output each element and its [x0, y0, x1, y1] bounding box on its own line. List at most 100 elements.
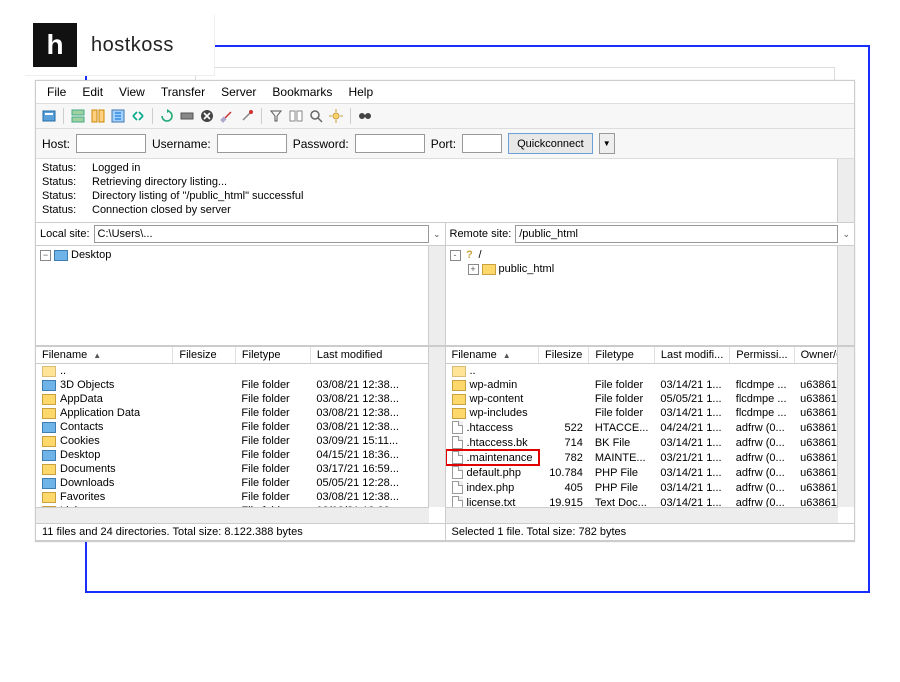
chevron-down-icon[interactable]: ⌄: [842, 229, 850, 240]
brand-block: h hostkoss: [25, 15, 215, 76]
table-row[interactable]: .maintenance782MAINTE...03/21/21 1...adf…: [446, 450, 855, 465]
quickconnect-bar: Host: Username: Password: Port: Quickcon…: [36, 129, 854, 159]
brand-name: hostkoss: [91, 34, 174, 57]
remote-list-pane: Filename▲FilesizeFiletypeLast modifi...P…: [446, 347, 855, 540]
folder-icon: [42, 408, 56, 419]
menu-bookmarks[interactable]: Bookmarks: [265, 83, 339, 101]
compare-icon[interactable]: [287, 107, 305, 125]
table-row[interactable]: DesktopFile folder04/15/21 18:36...: [36, 448, 428, 462]
folder-icon: [42, 464, 56, 475]
table-row[interactable]: AppDataFile folder03/08/21 12:38...: [36, 392, 428, 406]
table-row[interactable]: default.php10.784PHP File03/14/21 1...ad…: [446, 465, 855, 480]
column-header[interactable]: Owner/Gr...: [794, 347, 854, 364]
local-file-list[interactable]: Filename▲FilesizeFiletypeLast modified..…: [36, 347, 445, 507]
table-row[interactable]: license.txt19.915Text Doc...03/14/21 1..…: [446, 495, 855, 507]
folder-icon: [42, 394, 56, 405]
search-icon[interactable]: [307, 107, 325, 125]
menu-server[interactable]: Server: [214, 83, 263, 101]
local-tree[interactable]: − Desktop: [36, 246, 445, 346]
tree-label[interactable]: /: [479, 249, 482, 261]
expand-icon[interactable]: -: [450, 250, 461, 261]
column-header[interactable]: Filetype: [235, 347, 310, 364]
remote-tree[interactable]: -?/+ public_html: [446, 246, 855, 346]
menu-view[interactable]: View: [112, 83, 152, 101]
remote-file-list[interactable]: Filename▲FilesizeFiletypeLast modifi...P…: [446, 347, 855, 507]
table-row[interactable]: CookiesFile folder03/09/21 15:11...: [36, 434, 428, 448]
tree-label[interactable]: Desktop: [71, 249, 111, 261]
table-row[interactable]: wp-adminFile folder03/14/21 1...flcdmpe …: [446, 378, 855, 392]
column-header[interactable]: Last modified: [310, 347, 428, 364]
find-icon[interactable]: [356, 107, 374, 125]
menu-help[interactable]: Help: [341, 83, 380, 101]
table-row[interactable]: DownloadsFile folder05/05/21 12:28...: [36, 476, 428, 490]
toggle-queue-icon[interactable]: [109, 107, 127, 125]
parent-folder-icon: [42, 366, 56, 377]
question-icon: ?: [464, 249, 476, 261]
scrollbar-horizontal[interactable]: [446, 507, 839, 523]
local-status: 11 files and 24 directories. Total size:…: [36, 523, 445, 540]
toggle-log-icon[interactable]: [69, 107, 87, 125]
scrollbar-horizontal[interactable]: [36, 507, 429, 523]
table-row[interactable]: ..: [446, 364, 855, 379]
password-input[interactable]: [355, 134, 425, 153]
table-row[interactable]: index.php405PHP File03/14/21 1...adfrw (…: [446, 480, 855, 495]
folder-icon: [482, 264, 496, 275]
table-row[interactable]: .htaccess.bk714BK File03/14/21 1...adfrw…: [446, 435, 855, 450]
table-row[interactable]: wp-contentFile folder05/05/21 1...flcdmp…: [446, 392, 855, 406]
cancel-icon[interactable]: [198, 107, 216, 125]
column-header[interactable]: Filesize: [173, 347, 236, 364]
sync-browse-icon[interactable]: [129, 107, 147, 125]
menu-file[interactable]: File: [40, 83, 73, 101]
column-header[interactable]: Permissi...: [730, 347, 794, 364]
table-row[interactable]: 3D ObjectsFile folder03/08/21 12:38...: [36, 378, 428, 392]
bottom-split: Filename▲FilesizeFiletypeLast modified..…: [36, 347, 854, 541]
table-row[interactable]: wp-includesFile folder03/14/21 1...flcdm…: [446, 406, 855, 420]
process-queue-icon[interactable]: [178, 107, 196, 125]
table-row[interactable]: .htaccess522HTACCE...04/24/21 1...adfrw …: [446, 420, 855, 435]
table-row[interactable]: DocumentsFile folder03/17/21 16:59...: [36, 462, 428, 476]
column-header[interactable]: Filename▲: [446, 347, 539, 364]
tree-label[interactable]: public_html: [499, 263, 555, 275]
remote-path-input[interactable]: [515, 225, 838, 243]
log-message: Logged in: [92, 161, 140, 175]
disconnect-icon[interactable]: [218, 107, 236, 125]
folder-blue-icon: [42, 422, 56, 433]
site-manager-icon[interactable]: [40, 107, 58, 125]
expand-icon[interactable]: +: [468, 264, 479, 275]
password-label: Password:: [293, 137, 349, 151]
folder-icon: [452, 394, 466, 405]
menu-transfer[interactable]: Transfer: [154, 83, 212, 101]
port-input[interactable]: [462, 134, 502, 153]
message-log[interactable]: Status:Logged inStatus:Retrieving direct…: [36, 159, 854, 223]
folder-icon: [42, 492, 56, 503]
collapse-icon[interactable]: −: [40, 250, 51, 261]
log-label: Status:: [42, 175, 92, 189]
file-icon: [452, 466, 463, 479]
local-path-input[interactable]: [94, 225, 429, 243]
menu-edit[interactable]: Edit: [75, 83, 110, 101]
brand-mark: h: [33, 23, 77, 67]
settings-icon[interactable]: [327, 107, 345, 125]
refresh-icon[interactable]: [158, 107, 176, 125]
folder-blue-icon: [42, 450, 56, 461]
table-row[interactable]: ..: [36, 364, 428, 379]
quickconnect-dropdown[interactable]: ▼: [599, 133, 615, 154]
file-icon: [452, 436, 463, 449]
reconnect-icon[interactable]: [238, 107, 256, 125]
host-input[interactable]: [76, 134, 146, 153]
file-icon: [452, 496, 463, 507]
column-header[interactable]: Filename▲: [36, 347, 173, 364]
table-row[interactable]: Application DataFile folder03/08/21 12:3…: [36, 406, 428, 420]
filter-icon[interactable]: [267, 107, 285, 125]
folder-icon: [452, 408, 466, 419]
chevron-down-icon[interactable]: ⌄: [433, 229, 441, 240]
username-input[interactable]: [217, 134, 287, 153]
quickconnect-button[interactable]: Quickconnect: [508, 133, 593, 154]
table-row[interactable]: FavoritesFile folder03/08/21 12:38...: [36, 490, 428, 504]
log-label: Status:: [42, 203, 92, 217]
column-header[interactable]: Filesize: [539, 347, 589, 364]
toggle-tree-icon[interactable]: [89, 107, 107, 125]
table-row[interactable]: ContactsFile folder03/08/21 12:38...: [36, 420, 428, 434]
column-header[interactable]: Last modifi...: [654, 347, 729, 364]
column-header[interactable]: Filetype: [589, 347, 655, 364]
